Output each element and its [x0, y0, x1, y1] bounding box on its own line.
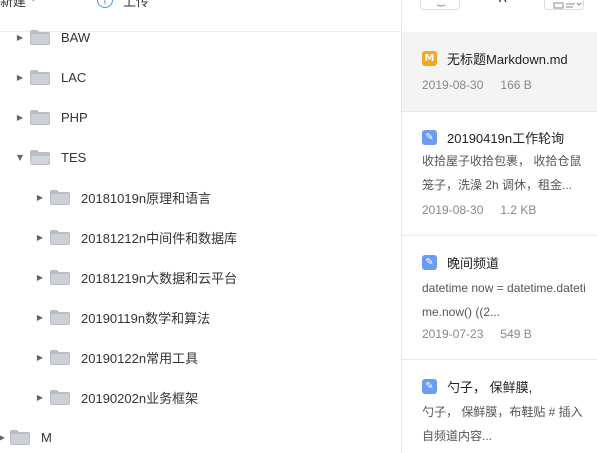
note-card[interactable]: ✎ 20190419n工作轮询 收拾屋子收拾包裹， 收拾仓鼠笼子，洗澡 2h 调…: [402, 112, 597, 236]
caret-right-icon[interactable]: ▶: [35, 272, 45, 282]
note-snippet: 收拾屋子收拾包裹， 收拾仓鼠笼子，洗澡 2h 调休，租金...: [422, 154, 582, 192]
tree-item-label: TES: [61, 149, 87, 165]
note-snippet: datetime now = datetime.datetime.now() (…: [422, 281, 586, 319]
caret-right-icon[interactable]: ▶: [15, 32, 25, 42]
note-snippet: 勺子， 保鲜膜，布鞋贴 # 插入自频道内容...: [422, 405, 583, 443]
tree-item-child[interactable]: ▶ 20181019n原理和语言: [0, 177, 401, 217]
upload-icon: ↑: [97, 0, 113, 8]
note-size: 166 B: [500, 78, 532, 92]
tree-item-baw[interactable]: ▶ BAW: [0, 17, 401, 57]
note-card-header: ✎ 晚间频道: [422, 253, 499, 272]
folder-icon: [50, 190, 70, 205]
caret-right-icon[interactable]: ▶: [0, 432, 7, 442]
caret-right-icon[interactable]: ▶: [15, 112, 25, 122]
tree-item-child[interactable]: ▶ 20181219n大数据和云平台: [0, 257, 401, 297]
caret-right-icon[interactable]: ▶: [15, 72, 25, 82]
note-card[interactable]: ✎ 勺子， 保鲜膜, 勺子， 保鲜膜，布鞋贴 # 插入自频道内容...: [402, 360, 597, 453]
back-button[interactable]: [420, 0, 460, 10]
caret-right-icon[interactable]: ▶: [35, 192, 45, 202]
tree-item-label: 20181019n原理和语言: [81, 190, 212, 206]
note-size: 1.2 KB: [500, 203, 537, 217]
note-card[interactable]: ✎ 晚间频道 datetime now = datetime.datetime.…: [402, 236, 597, 360]
note-file-icon: ✎: [422, 379, 437, 394]
note-date: 2019-08-30: [422, 203, 484, 217]
tree-item-label: LAC: [61, 69, 87, 85]
caret-right-icon[interactable]: ▶: [35, 392, 45, 402]
caret-right-icon[interactable]: ▶: [35, 352, 45, 362]
folder-icon: [30, 30, 50, 45]
new-button[interactable]: 新建 ▾: [0, 0, 36, 10]
note-date: 2019-08-30: [422, 78, 484, 92]
list-view-icon: [553, 2, 582, 9]
note-meta: 2019-08-30 1.2 KB: [422, 203, 536, 217]
note-date: 2019-07-23: [422, 327, 484, 341]
notes-list-panel: R M 无标题Markdown.md 2019-08-30 166 B: [402, 0, 597, 453]
chevron-down-icon: ▾: [31, 0, 36, 5]
tree-item-m[interactable]: ▶ M: [0, 417, 401, 453]
note-file-icon: ✎: [422, 255, 437, 270]
tree-item-label: 20181212n中间件和数据库: [81, 230, 238, 246]
folder-open-icon: [30, 150, 50, 165]
note-card-selected[interactable]: M 无标题Markdown.md 2019-08-30 166 B: [402, 32, 597, 112]
markdown-file-icon: M: [422, 51, 437, 66]
new-button-label: 新建: [0, 0, 27, 10]
caret-right-icon[interactable]: ▶: [35, 232, 45, 242]
note-card-header: M 无标题Markdown.md: [422, 49, 568, 68]
folder-icon: [50, 310, 70, 325]
note-title: 勺子， 保鲜膜,: [447, 380, 533, 395]
tree-item-php[interactable]: ▶ PHP: [0, 97, 401, 137]
view-mode-button[interactable]: [544, 0, 584, 10]
note-title: 无标题Markdown.md: [447, 52, 568, 67]
note-size: 549 B: [500, 327, 532, 341]
folder-icon: [50, 270, 70, 285]
tree-item-label: BAW: [61, 29, 91, 45]
folder-icon: [30, 70, 50, 85]
folder-icon: [50, 350, 70, 365]
note-file-icon: ✎: [422, 130, 437, 145]
note-title: 晚间频道: [447, 256, 500, 271]
tree-item-label: 20181219n大数据和云平台: [81, 270, 238, 286]
folder-icon: [50, 230, 70, 245]
tree-item-label: 20190122n常用工具: [81, 350, 199, 366]
tree-item-label: 20190202n业务框架: [81, 390, 199, 406]
notes-toolbar: R: [402, 0, 597, 14]
tree-item-lac[interactable]: ▶ LAC: [0, 57, 401, 97]
folder-tree-panel: 新建 ▾ ↑ 上传 ▶ BAW ▶ LAC ▶ PHP ▼ TES ▶ 2018…: [0, 0, 401, 453]
note-title: 20190419n工作轮询: [447, 131, 565, 146]
folder-icon: [50, 390, 70, 405]
tree-item-child[interactable]: ▶ 20190202n业务框架: [0, 377, 401, 417]
folder-icon: [10, 430, 30, 445]
upload-button[interactable]: ↑ 上传: [97, 0, 150, 10]
note-card-header: ✎ 20190419n工作轮询: [422, 128, 564, 147]
note-card-header: ✎ 勺子， 保鲜膜,: [422, 377, 532, 396]
undo-icon: [436, 4, 446, 7]
sort-indicator[interactable]: R: [498, 0, 507, 6]
note-meta: 2019-08-30 166 B: [422, 78, 532, 92]
upload-button-label: 上传: [123, 0, 150, 10]
tree-item-child[interactable]: ▶ 20181212n中间件和数据库: [0, 217, 401, 257]
tree-item-tes[interactable]: ▼ TES: [0, 137, 401, 177]
tree-item-label: M: [41, 429, 52, 445]
caret-right-icon[interactable]: ▶: [35, 312, 45, 322]
tree-item-label: 20190119n数学和算法: [81, 310, 211, 326]
app-window: 新建 ▾ ↑ 上传 ▶ BAW ▶ LAC ▶ PHP ▼ TES ▶ 2018…: [0, 0, 597, 453]
note-meta: 2019-07-23 549 B: [422, 327, 532, 341]
tree-item-label: PHP: [61, 109, 88, 125]
tree-item-child[interactable]: ▶ 20190119n数学和算法: [0, 297, 401, 337]
tree-item-child[interactable]: ▶ 20190122n常用工具: [0, 337, 401, 377]
folder-icon: [30, 110, 50, 125]
caret-down-icon[interactable]: ▼: [15, 152, 25, 162]
